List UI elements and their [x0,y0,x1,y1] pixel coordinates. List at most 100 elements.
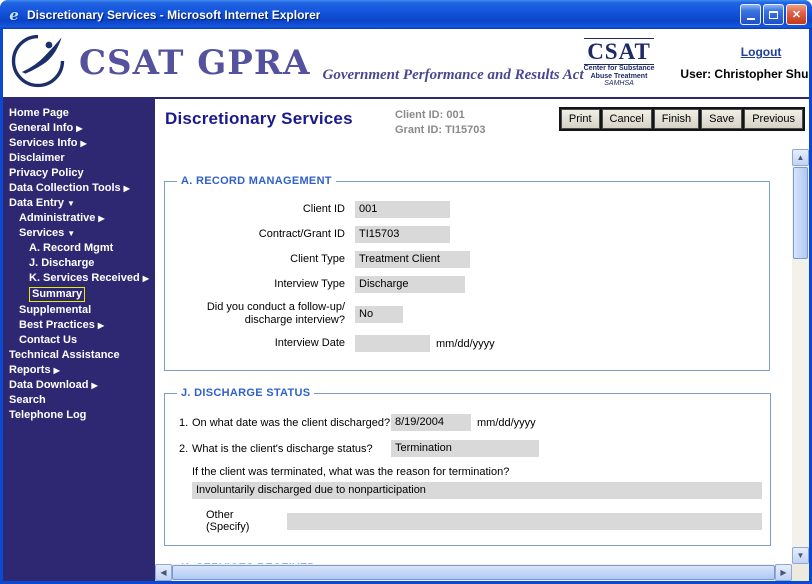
scroll-up-button[interactable]: ▲ [792,149,809,166]
sidebar-item-label: Contact Us [19,334,77,346]
sidebar-item-j-discharge[interactable]: J. Discharge [3,256,155,271]
vertical-scroll-thumb[interactable] [793,167,808,259]
interview-date-field[interactable] [355,335,430,352]
question-1-text: On what date was the client discharged? [192,417,391,429]
print-button[interactable]: Print [561,109,600,129]
vertical-scrollbar[interactable]: ▲ ▼ [792,149,809,564]
internet-explorer-icon[interactable]: e [6,7,22,23]
section-discharge-status: J. DISCHARGE STATUS 1. On what date was … [164,387,771,546]
discharge-status-field[interactable]: Termination [391,440,539,457]
close-button[interactable]: ✕ [786,4,807,25]
date-format-hint: mm/dd/yyyy [436,338,495,350]
field-row-interview-date: Interview Date mm/dd/yyyy [173,335,761,352]
title-bar: e Discretionary Services - Microsoft Int… [0,0,812,29]
client-type-field[interactable]: Treatment Client [355,251,470,268]
maximize-icon [769,11,778,19]
field-row-client-type: Client Type Treatment Client [173,251,761,268]
arrow-up-icon: ▲ [797,154,805,162]
sidebar-item-k-services-received[interactable]: K. Services Received▶ [3,271,155,286]
field-label: Contract/Grant ID [173,228,355,241]
window-controls: ✕ [740,4,807,25]
submenu-arrow-icon: ▶ [80,139,86,148]
question-number: 2. [179,443,192,455]
interview-type-field[interactable]: Discharge [355,276,465,293]
followup-interview-field[interactable]: No [355,306,403,323]
csat-logo-samhsa: SAMHSA [584,80,655,88]
sidebar-item-disclaimer[interactable]: Disclaimer [3,151,155,166]
sidebar-item-home-page[interactable]: Home Page [3,106,155,121]
termination-reason-label: If the client was terminated, what was t… [192,466,762,478]
field-row-client-id: Client ID 001 [173,201,761,218]
finish-button[interactable]: Finish [654,109,699,129]
main-panel: Discretionary Services Client ID: 001 Gr… [155,99,809,581]
sidebar-item-services[interactable]: Services▼ [3,226,155,241]
submenu-arrow-icon: ▶ [76,124,82,133]
other-specify-field[interactable] [287,513,762,530]
sidebar-item-search[interactable]: Search [3,393,155,408]
submenu-arrow-icon: ▶ [91,381,97,390]
current-page-highlight: Summary [29,287,85,302]
submenu-arrow-icon: ▶ [124,184,130,193]
banner-header: CSAT GPRA Government Performance and Res… [3,29,809,99]
minimize-button[interactable] [740,4,761,25]
submenu-arrow-icon: ▶ [98,321,104,330]
sidebar-item-label: A. Record Mgmt [29,242,113,254]
header-right: Logout User: Christopher Shumway [680,45,809,81]
other-specify-row: Other (Specify) [206,509,762,533]
sidebar-item-data-entry[interactable]: Data Entry▼ [3,196,155,211]
client-id-label: Client ID: 001 [395,108,485,123]
sidebar-item-general-info[interactable]: General Info▶ [3,121,155,136]
sidebar-item-summary[interactable]: Summary [3,286,155,303]
termination-reason-field[interactable]: Involuntarily discharged due to nonparti… [192,482,762,499]
horizontal-scroll-thumb[interactable] [172,565,775,580]
section-record-management: A. RECORD MANAGEMENT Client ID 001 Contr… [164,175,770,371]
question-number: 1. [179,417,192,429]
field-row-interview-type: Interview Type Discharge [173,276,761,293]
sidebar-item-data-collection-tools[interactable]: Data Collection Tools▶ [3,181,155,196]
maximize-button[interactable] [763,4,784,25]
app-brand: CSAT GPRA [79,43,311,83]
csat-logo: CSAT Center for Substance Abuse Treatmen… [584,38,655,88]
section-j-legend: J. DISCHARGE STATUS [177,387,314,399]
sidebar-item-label: Data Entry [9,197,64,209]
scroll-down-button[interactable]: ▼ [792,547,809,564]
cancel-button[interactable]: Cancel [602,109,652,129]
arrow-left-icon: ◀ [160,569,166,577]
save-button[interactable]: Save [701,109,742,129]
sidebar-item-label: Best Practices [19,319,95,331]
sidebar-item-telephone-log[interactable]: Telephone Log [3,408,155,423]
submenu-arrow-icon: ▶ [143,274,149,283]
hhs-eagle-logo [11,34,65,93]
logout-link[interactable]: Logout [741,45,782,59]
scroll-right-button[interactable]: ▶ [775,564,792,581]
sidebar-item-reports[interactable]: Reports▶ [3,363,155,378]
sidebar-item-administrative[interactable]: Administrative▶ [3,211,155,226]
sidebar-item-a-record-mgmt[interactable]: A. Record Mgmt [3,241,155,256]
close-icon: ✕ [792,8,801,21]
sidebar-item-best-practices[interactable]: Best Practices▶ [3,318,155,333]
sidebar-item-supplemental[interactable]: Supplemental [3,303,155,318]
sidebar-item-label: Privacy Policy [9,167,84,179]
sidebar-item-services-info[interactable]: Services Info▶ [3,136,155,151]
grant-id-label: Grant ID: TI15703 [395,123,485,138]
field-row-contract-grant-id: Contract/Grant ID TI15703 [173,226,761,243]
sidebar-item-technical-assistance[interactable]: Technical Assistance [3,348,155,363]
question-1-row: 1. On what date was the client discharge… [179,414,762,431]
scroll-left-button[interactable]: ◀ [155,564,172,581]
sidebar-item-privacy-policy[interactable]: Privacy Policy [3,166,155,181]
sidebar-item-data-download[interactable]: Data Download▶ [3,378,155,393]
horizontal-scrollbar[interactable]: ◀ ▶ [155,564,792,581]
client-grant-ids: Client ID: 001 Grant ID: TI15703 [395,108,485,138]
minimize-icon [747,18,755,20]
sidebar-item-contact-us[interactable]: Contact Us [3,333,155,348]
other-specify-label: Other (Specify) [206,509,279,533]
action-button-bar: Print Cancel Finish Save Previous [559,107,805,131]
sidebar-item-label: Data Collection Tools [9,182,121,194]
main-header: Discretionary Services Client ID: 001 Gr… [155,99,809,149]
client-id-field[interactable]: 001 [355,201,450,218]
submenu-expanded-icon: ▼ [67,229,75,238]
contract-grant-id-field[interactable]: TI15703 [355,226,450,243]
previous-button[interactable]: Previous [744,109,803,129]
sidebar-item-label: Disclaimer [9,152,65,164]
discharge-date-field[interactable]: 8/19/2004 [391,414,471,431]
